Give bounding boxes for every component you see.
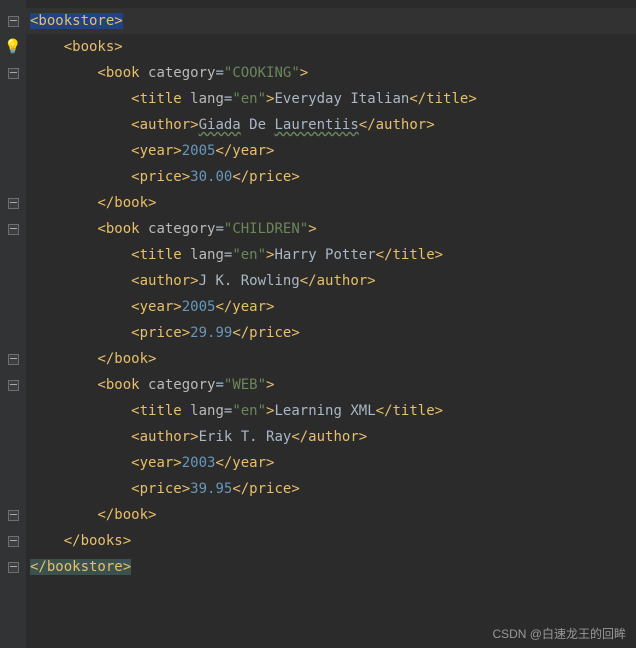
code-line[interactable]: <bookstore> [26,8,636,34]
code-line[interactable]: <book category="WEB"> [26,372,636,398]
fold-icon[interactable] [8,536,19,547]
fold-icon[interactable] [8,68,19,79]
lightbulb-icon[interactable]: 💡 [4,39,21,55]
code-line[interactable]: <author>Erik T. Ray</author> [26,424,636,450]
code-area[interactable]: <bookstore> <books> <book category="COOK… [26,0,636,648]
code-line[interactable]: </bookstore> [26,554,636,580]
code-line[interactable]: <title lang="en">Harry Potter</title> [26,242,636,268]
fold-icon[interactable] [8,354,19,365]
fold-icon[interactable] [8,380,19,391]
code-line[interactable]: <book category="CHILDREN"> [26,216,636,242]
code-line[interactable]: <title lang="en">Learning XML</title> [26,398,636,424]
fold-icon[interactable] [8,562,19,573]
code-line[interactable]: <price>39.95</price> [26,476,636,502]
code-line[interactable]: <year>2005</year> [26,294,636,320]
code-line[interactable]: <price>30.00</price> [26,164,636,190]
watermark: CSDN @白速龙王的回眸 [492,625,626,642]
code-editor[interactable]: 💡 <bookstore> <books> <book category="CO… [0,0,636,648]
code-line[interactable]: <year>2005</year> [26,138,636,164]
code-line[interactable]: <author>Giada De Laurentiis</author> [26,112,636,138]
code-line[interactable]: </book> [26,346,636,372]
code-line[interactable]: <price>29.99</price> [26,320,636,346]
code-line[interactable]: </book> [26,502,636,528]
code-line[interactable]: <books> [26,34,636,60]
code-line[interactable]: <book category="COOKING"> [26,60,636,86]
code-line[interactable]: </book> [26,190,636,216]
gutter: 💡 [0,0,26,648]
code-line[interactable]: <year>2003</year> [26,450,636,476]
code-line[interactable]: <author>J K. Rowling</author> [26,268,636,294]
fold-icon[interactable] [8,510,19,521]
fold-icon[interactable] [8,224,19,235]
code-line[interactable]: <title lang="en">Everyday Italian</title… [26,86,636,112]
code-line[interactable]: </books> [26,528,636,554]
fold-icon[interactable] [8,198,19,209]
fold-icon[interactable] [8,16,19,27]
